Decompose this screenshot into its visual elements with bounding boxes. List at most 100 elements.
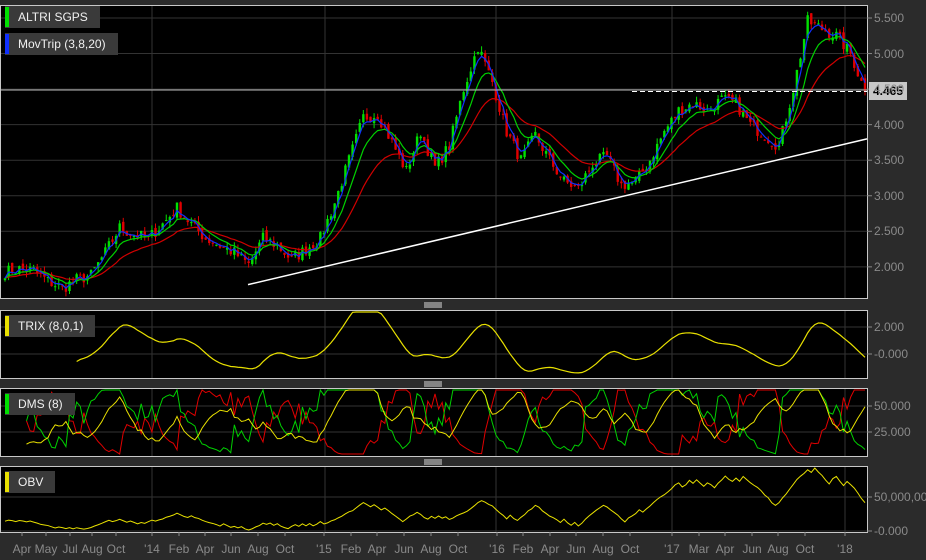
candle	[763, 139, 766, 141]
overlay-legend[interactable]: MovTrip (3,8,20)	[5, 33, 118, 55]
candle	[10, 262, 14, 274]
price-axis-label: 4.000	[874, 117, 905, 132]
candle	[408, 164, 412, 169]
candle	[122, 221, 125, 232]
dms-legend[interactable]: DMS (8)	[5, 393, 75, 415]
trix-name: TRIX (8,0,1)	[18, 319, 84, 333]
candle	[559, 176, 562, 178]
time-axis-label: Feb	[168, 542, 190, 556]
candle	[21, 263, 25, 269]
green-series-marker	[5, 394, 9, 414]
time-axis-label: Apr	[195, 542, 215, 556]
time-axis-label: Feb	[512, 542, 534, 556]
candle	[501, 113, 505, 115]
candle	[534, 131, 537, 136]
candle	[419, 136, 422, 139]
candle	[605, 151, 609, 155]
candle	[362, 114, 365, 123]
candle	[759, 136, 763, 138]
candle	[215, 244, 218, 246]
candle	[79, 274, 82, 276]
instrument-name: ALTRI SGPS	[18, 10, 88, 24]
candle	[720, 95, 723, 97]
candle	[190, 222, 193, 224]
price-axis-label: 3.000	[874, 188, 905, 203]
time-axis-label: Oct	[620, 542, 640, 556]
obv-name: OBV	[18, 475, 44, 489]
candle	[573, 184, 576, 186]
obv-legend[interactable]: OBV	[5, 471, 56, 493]
price-axis-label: 2.500	[874, 224, 905, 239]
candle	[261, 232, 265, 241]
dms-name: DMS (8)	[18, 397, 63, 411]
candle	[673, 116, 677, 118]
candle	[222, 246, 225, 248]
time-axis-label: '15	[316, 542, 332, 556]
time-axis-label: Oct	[106, 542, 126, 556]
candle	[283, 252, 286, 255]
candle	[143, 231, 146, 237]
time-axis-label: Aug	[81, 542, 103, 556]
candle	[620, 181, 623, 184]
time-axis-label: Mar	[688, 542, 710, 556]
candle	[179, 202, 182, 218]
price-axis-label: 5.500	[874, 11, 905, 25]
dms-axis-label: 25.000	[874, 425, 911, 439]
candle	[311, 245, 315, 249]
time-axis-label: Oct	[448, 542, 468, 556]
time-axis-label: '16	[489, 542, 505, 556]
time-axis-label: Jul	[62, 542, 78, 556]
candle	[265, 230, 268, 242]
candle	[405, 165, 408, 167]
time-axis-label: Aug	[420, 542, 442, 556]
candle	[165, 219, 168, 221]
candle	[53, 286, 57, 288]
candle	[602, 152, 605, 155]
chart-canvas[interactable]	[0, 0, 926, 560]
candle	[731, 94, 734, 101]
candle	[111, 239, 114, 242]
candle	[365, 113, 369, 120]
candle	[519, 155, 523, 159]
obv-axis-label: 50,000,000	[874, 490, 926, 504]
candle	[770, 145, 774, 147]
candle	[727, 93, 731, 97]
candle	[562, 176, 566, 180]
dms-axis-label: 50.000	[874, 399, 911, 413]
time-axis-label: Apr	[367, 542, 387, 556]
price-axis-label: 4.500	[874, 82, 905, 97]
green-series-marker	[5, 7, 9, 27]
candle	[810, 13, 813, 25]
trix-axis-label: 2.000	[874, 320, 905, 334]
candle	[587, 170, 591, 172]
time-axis-label: Apr	[540, 542, 560, 556]
price-axis-label: 2.000	[874, 259, 905, 274]
candle	[860, 78, 863, 81]
time-axis-label: Apr	[715, 542, 735, 556]
time-axis-label: Oct	[795, 542, 815, 556]
candle	[627, 183, 630, 190]
time-axis-label: Apr	[12, 542, 32, 556]
candle	[93, 267, 96, 269]
blue-series-marker	[5, 34, 9, 54]
instrument-legend[interactable]: ALTRI SGPS	[5, 6, 100, 28]
time-axis-label: '18	[837, 542, 853, 556]
yellow-series-marker	[5, 472, 9, 492]
time-axis-label: May	[34, 542, 58, 556]
panel-1	[0, 310, 868, 379]
candle	[544, 151, 548, 154]
time-axis-label: Oct	[275, 542, 295, 556]
trix-axis-label: -0.000	[874, 347, 909, 361]
candle	[509, 134, 512, 137]
time-axis-label: Aug	[592, 542, 614, 556]
trix-legend[interactable]: TRIX (8,0,1)	[5, 315, 96, 337]
candle	[677, 107, 680, 120]
candle	[813, 22, 817, 24]
candle	[376, 116, 379, 120]
time-axis-label: Aug	[247, 542, 269, 556]
time-axis-label: Aug	[767, 542, 789, 556]
time-axis-label: Jun	[394, 542, 414, 556]
time-axis-label: Feb	[340, 542, 362, 556]
candle	[799, 58, 802, 68]
price-axis-label: 5.000	[874, 46, 905, 61]
